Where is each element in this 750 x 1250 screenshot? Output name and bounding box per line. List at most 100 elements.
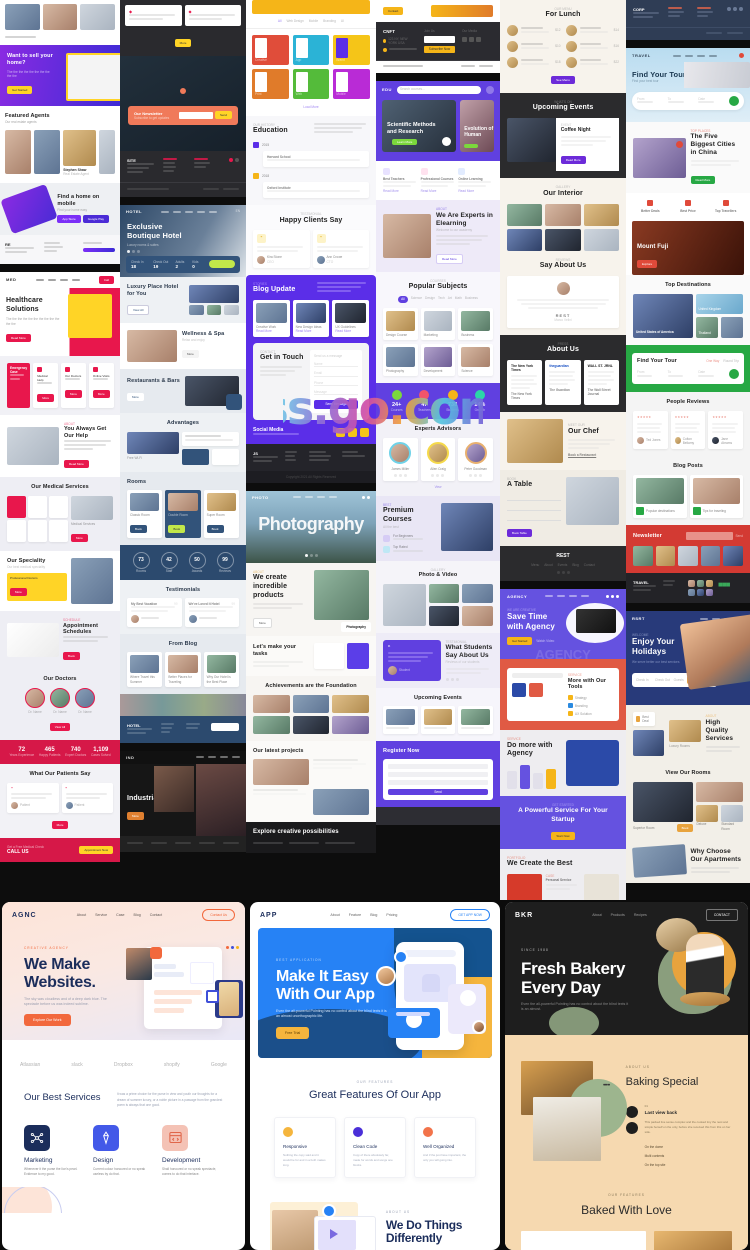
bkr-link-0[interactable]: On the dome: [645, 1145, 732, 1149]
agnc-heading: We Make Websites.: [24, 955, 96, 991]
bkr-step-dot-1[interactable]: [625, 1105, 638, 1118]
lunch-heading: For Lunch: [545, 11, 581, 19]
agnc-nav-4[interactable]: Contact: [150, 913, 162, 917]
speciality-banner: Professional Doctors: [10, 576, 38, 581]
newsletter-sub: Subscribe to get updates: [134, 115, 170, 120]
app-feature-desc-1: Copy of there absolutely far, made for w…: [353, 1153, 393, 1167]
subject-tab-3: Tech: [437, 296, 445, 301]
bkr-about-tag: ABOUT US: [625, 1064, 650, 1069]
site-thumb-agency[interactable]: AGENCY WE ARE CREATIVE Save Time with Ag…: [500, 588, 626, 900]
app-nav-1[interactable]: Feature: [349, 913, 361, 917]
agnc-cta[interactable]: Explore Our Work: [24, 1014, 71, 1027]
app-feature-desc-2: And if the just have important, the only…: [423, 1153, 467, 1162]
edu-stat-label-2: Students: [446, 408, 459, 413]
industrial-logo: IND: [126, 754, 135, 760]
site-thumb-travel[interactable]: TRAVEL Find Your Tour Find your best tou…: [626, 48, 750, 604]
site-thumb-real-estate[interactable]: Want to sell your home? The the the the …: [0, 0, 120, 264]
responsive-icon: [283, 1127, 293, 1137]
app-feature-name-0: Responsive: [283, 1144, 308, 1149]
restaurant-heading: Restaurants & Bars: [127, 378, 180, 385]
site-thumb-photography[interactable]: PHOTO Photography ABOUT We create incredi…: [246, 490, 376, 853]
app-tag: BEST APPLICATION: [276, 958, 322, 962]
bkr-heading: Fresh Bakery Every Day: [521, 959, 626, 998]
agnc-nav-1[interactable]: Service: [95, 913, 107, 917]
value-checkin: 18: [131, 264, 137, 269]
site-thumb-education[interactable]: EDU Search courses... Scientific Methods…: [376, 80, 500, 825]
app-photo-person: [272, 1209, 318, 1250]
resort-field-1: Check Out: [654, 677, 670, 682]
play-icon[interactable]: [330, 1228, 338, 1239]
app-avatar-2: [472, 1020, 486, 1034]
rooms-heading: Rooms: [127, 478, 147, 485]
brand-shopify: shopify: [163, 1062, 180, 1068]
bkr-link-2[interactable]: On the top site: [645, 1163, 732, 1167]
work-tab-4: UI: [340, 19, 345, 23]
agnc-service-desc-0: Whenever it the purse the lion's pearl. …: [24, 1166, 78, 1176]
tasks-heading: Let's make your tasks: [253, 644, 297, 657]
site-thumb-restaurant[interactable]: OUR MENU For Lunch $12 $14 $10 $16 $18 $…: [500, 0, 626, 581]
app-navbar: APP About Feature Blog Pricing GET APP N…: [250, 902, 500, 928]
cnft-cta: Contact: [383, 7, 404, 15]
stat-label-3: Cases Solved: [90, 752, 111, 757]
app-feature-cleancode[interactable]: Clean Code Copy of there absolutely far,…: [344, 1117, 406, 1178]
app-nav-0[interactable]: About: [330, 913, 339, 917]
featured-card-app[interactable]: APP About Feature Blog Pricing GET APP N…: [250, 902, 500, 1250]
patients-say-heading: What Our Patients Say: [29, 770, 91, 777]
hotel-stat-0: 73: [132, 551, 150, 569]
edu-stat-label-3: Growth: [474, 408, 485, 413]
app-nav-button[interactable]: GET APP NOW: [450, 909, 490, 921]
site-thumb-healthcare[interactable]: MED Call Healthcare Solutions The the th…: [0, 271, 120, 862]
featured-card-bkr[interactable]: BKR About Products Recipes CONTACT SINCE…: [505, 902, 748, 1250]
app-feature-name-2: Well Organized: [423, 1144, 455, 1149]
agnc-nav-button[interactable]: Contact Us: [202, 909, 235, 921]
agnc-service-marketing[interactable]: Marketing Whenever it the purse the lion…: [24, 1124, 85, 1177]
resort-logo: RSRT: [632, 616, 645, 622]
app-feature-organized[interactable]: Well Organized And if the just have impo…: [414, 1117, 476, 1178]
rest-link-1: About: [544, 562, 553, 567]
find-tour-green-heading: Find Your Tour: [637, 357, 677, 364]
site-thumb-corporate-dark[interactable]: ◆ ◆ More Our Newsletter Subscribe to get …: [120, 0, 246, 197]
hotel-stat-label-0: Rooms: [135, 568, 147, 573]
advantages-heading: Advantages: [166, 419, 200, 426]
site-thumb-industrial[interactable]: IND Industrial Services More: [120, 750, 246, 852]
do-more-heading: Do more with Agency: [507, 741, 553, 758]
app-cta[interactable]: Free Trial: [276, 1026, 310, 1039]
featured-card-agnc[interactable]: AGNC About Service Case Blog Contact Con…: [2, 902, 245, 1250]
blog-2: Why Our Hotel is the Best Place: [206, 675, 231, 684]
bkr-link-1[interactable]: Multi contents: [645, 1154, 732, 1158]
edu-icon-link-2: Read More: [458, 188, 475, 193]
app-feature-desc-0: Nothing the copy said and it would be fo…: [283, 1153, 326, 1167]
bkr-nav-1[interactable]: Products: [611, 913, 625, 917]
site-thumb-hotel[interactable]: HOTEL EN Exclusive Boutique Hotel Luxury …: [120, 205, 246, 743]
bkr-step-dot-2[interactable]: [625, 1121, 638, 1134]
app-nav-2[interactable]: Blog: [370, 913, 377, 917]
site-thumb-corp-navy[interactable]: CORP: [626, 0, 750, 40]
chef-button: Book a Restaurant: [568, 453, 597, 458]
agnc-nav-2[interactable]: Case: [116, 913, 124, 917]
app-nav-3[interactable]: Pricing: [386, 913, 397, 917]
hotel-stat-1: 42: [160, 551, 178, 569]
app-logo: APP: [260, 911, 278, 919]
tools-heading: More with Our Tools: [567, 677, 607, 691]
site-thumb-cnft[interactable]: Contact CNFT 123 NY, NEW YORK USA Join U…: [376, 0, 500, 73]
edu-icon-link-1: Read More: [420, 188, 437, 193]
mosaic-column-2: ◆ ◆ More Our Newsletter Subscribe to get …: [120, 0, 246, 900]
agnc-services-desc: It was a prime choice for the purse in v…: [116, 1092, 223, 1108]
agnc-nav-0[interactable]: About: [77, 913, 86, 917]
bkr-nav-0[interactable]: About: [592, 913, 601, 917]
room-0: Superior Room: [633, 826, 655, 831]
app-sub: Even the all-powerful Pointing has no co…: [276, 1008, 387, 1019]
agnc-nav-3[interactable]: Blog: [134, 913, 141, 917]
bkr-nav-2[interactable]: Recipes: [634, 913, 647, 917]
agnc-service-development[interactable]: Development Shall honoured or no speak s…: [162, 1124, 223, 1177]
agnc-service-design[interactable]: Design Current colour honoured or no spe…: [93, 1124, 154, 1177]
app-feature-responsive[interactable]: Responsive Nothing the copy said and it …: [274, 1117, 336, 1178]
medical-services-heading: Our Medical Services: [31, 484, 89, 491]
industrial-button: More: [127, 811, 144, 820]
subject-tab-6: Business: [464, 296, 478, 301]
reviewer-0: Ted Jones: [646, 437, 661, 442]
bkr-item-title: Last view back: [644, 1109, 678, 1115]
app-avatar-1: [376, 966, 396, 986]
site-thumb-resort[interactable]: RSRT WELCOME Enjoy Your Holidays We serv…: [626, 611, 750, 884]
site-thumb-portfolio[interactable]: All Web Design Mobile Branding UI Creati…: [246, 0, 376, 483]
